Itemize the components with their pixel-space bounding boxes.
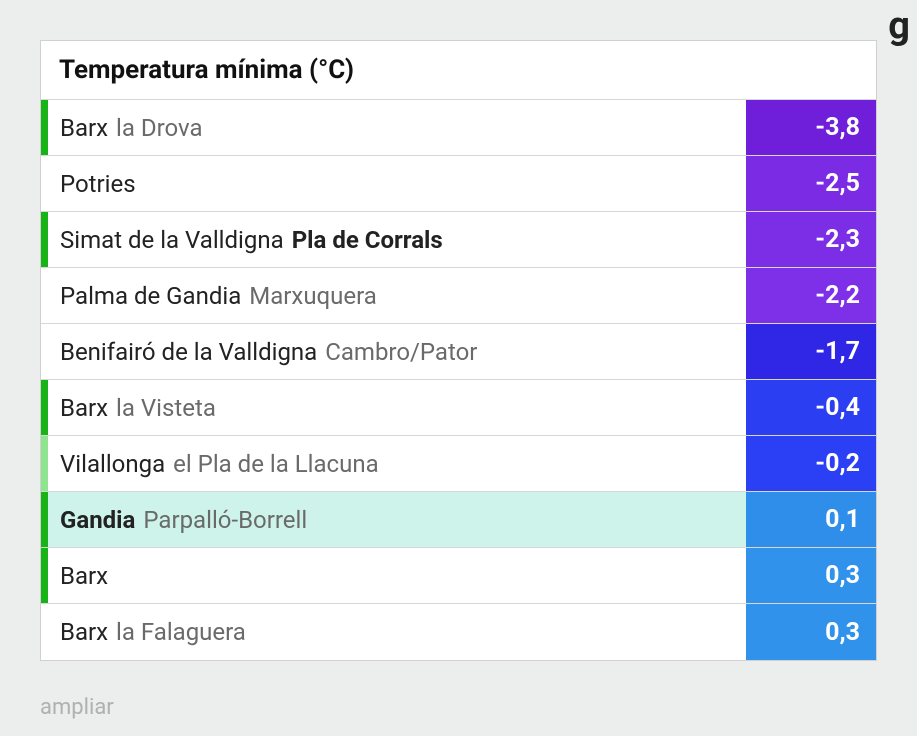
row-value: -2,5 [746, 156, 876, 211]
row-sub-label: la Falaguera [116, 618, 246, 646]
row-value: -1,7 [746, 324, 876, 379]
table-row[interactable]: Barx 0,3 [41, 548, 876, 604]
row-accent-bar [41, 100, 48, 155]
row-label: Barx la Visteta [48, 380, 746, 435]
row-accent-bar [41, 604, 48, 660]
row-sub-label: Cambro/Pator [325, 338, 477, 366]
row-sub-label: la Visteta [116, 394, 216, 422]
row-value: 0,1 [746, 492, 876, 547]
row-value: 0,3 [746, 604, 876, 660]
row-accent-bar [41, 268, 48, 323]
row-label: Benifairó de la Valldigna Cambro/Pator [48, 324, 746, 379]
row-accent-bar [41, 156, 48, 211]
expand-link[interactable]: ampliar [40, 695, 114, 720]
row-accent-bar [41, 212, 48, 267]
table-title: Temperatura mínima (°C) [41, 41, 876, 100]
row-main-label: Vilallonga [60, 450, 165, 478]
row-main-label: Barx [60, 618, 108, 646]
row-sub-label: el Pla de la Llacuna [173, 450, 378, 478]
row-sub-label: la Drova [116, 114, 203, 142]
row-label: Gandia Parpalló-Borrell [48, 492, 746, 547]
row-label: Palma de Gandia Marxuquera [48, 268, 746, 323]
table-row[interactable]: Simat de la Valldigna Pla de Corrals -2,3 [41, 212, 876, 268]
row-value: 0,3 [746, 548, 876, 603]
row-sub-label: Pla de Corrals [292, 226, 443, 254]
row-value: -3,8 [746, 100, 876, 155]
row-label: Vilallonga el Pla de la Llacuna [48, 436, 746, 491]
row-value: -0,2 [746, 436, 876, 491]
row-label: Barx la Falaguera [48, 604, 746, 660]
row-main-label: Palma de Gandia [60, 282, 241, 310]
table-row[interactable]: Benifairó de la Valldigna Cambro/Pator -1,… [41, 324, 876, 380]
table-body: Barxla Drova-3,8Potries-2,5Simat de la V… [41, 100, 876, 660]
table-row[interactable]: Barx la Drova -3,8 [41, 100, 876, 156]
table-row[interactable]: Potries -2,5 [41, 156, 876, 212]
row-main-label: Barx [60, 562, 108, 590]
row-label: Potries [48, 156, 746, 211]
row-accent-bar [41, 548, 48, 603]
row-main-label: Benifairó de la Valldigna [60, 338, 317, 366]
row-value: -0,4 [746, 380, 876, 435]
row-accent-bar [41, 380, 48, 435]
cropped-heading-fragment: g [888, 4, 911, 48]
table-row[interactable]: Vilallonga el Pla de la Llacuna -0,2 [41, 436, 876, 492]
row-value: -2,2 [746, 268, 876, 323]
row-sub-label: Parpalló-Borrell [143, 506, 307, 534]
table-row[interactable]: Barx la Falaguera 0,3 [41, 604, 876, 660]
row-main-label: Gandia [60, 506, 135, 534]
row-accent-bar [41, 492, 48, 547]
row-accent-bar [41, 324, 48, 379]
row-sub-label: Marxuquera [249, 282, 377, 310]
table-row[interactable]: Barx la Visteta -0,4 [41, 380, 876, 436]
row-label: Barx la Drova [48, 100, 746, 155]
row-main-label: Simat de la Valldigna [60, 226, 284, 254]
row-label: Simat de la Valldigna Pla de Corrals [48, 212, 746, 267]
row-main-label: Barx [60, 114, 108, 142]
row-main-label: Barx [60, 394, 108, 422]
temperature-table: Temperatura mínima (°C) Barx la Drova -3,8… [40, 40, 877, 661]
row-value: -2,3 [746, 212, 876, 267]
table-row[interactable]: Palma de Gandia Marxuquera -2,2 [41, 268, 876, 324]
row-main-label: Potries [60, 170, 136, 198]
row-label: Barx [48, 548, 746, 603]
row-accent-bar [41, 436, 48, 491]
table-row[interactable]: Gandia Parpalló-Borrell 0,1 [41, 492, 876, 548]
